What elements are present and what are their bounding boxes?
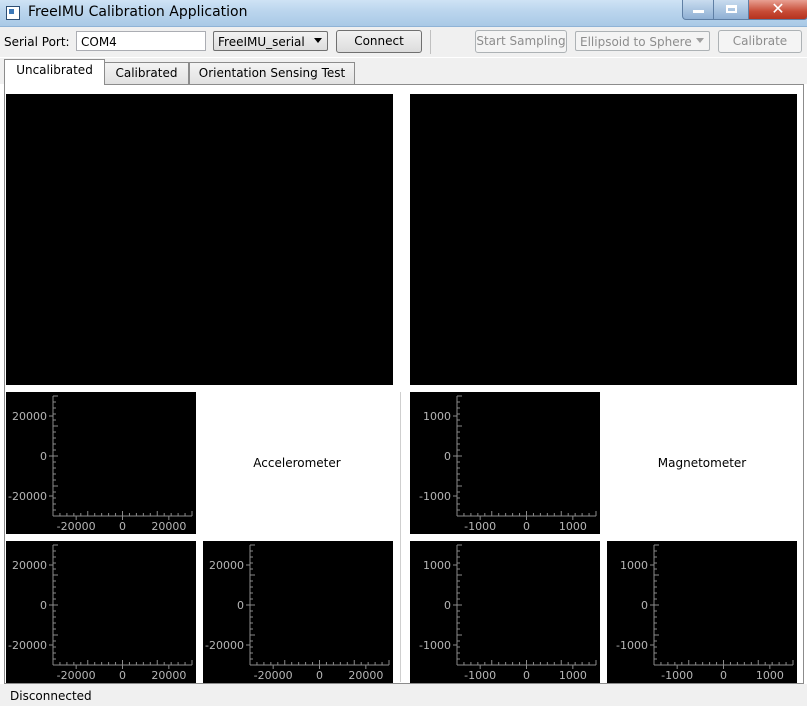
connect-button[interactable]: Connect [336,30,422,53]
y-tick-label: -20000 [8,490,47,503]
toolbar-separator [430,30,431,54]
chevron-down-icon [314,38,322,43]
y-tick-label: 1000 [423,559,451,572]
magnetometer-plot-yz[interactable]: 1000 0 -1000 -1000 0 1000 [607,541,797,683]
x-tick-label: 20000 [151,520,186,533]
y-tick-label: 0 [40,450,47,463]
accelerometer-plot-xz[interactable]: 20000 0 -20000 -20000 0 20000 [6,541,196,683]
x-tick-label: 20000 [151,669,186,682]
y-tick-label: -1000 [419,490,451,503]
start-sampling-button[interactable]: Start Sampling [475,30,567,53]
x-tick-label: -1000 [464,520,496,533]
x-tick-label: 1000 [756,669,784,682]
x-tick-label: 1000 [559,669,587,682]
serial-port-label: Serial Port: [4,35,70,49]
accelerometer-3d-view[interactable] [6,94,393,385]
x-tick-label: -1000 [661,669,693,682]
tab-calibrated[interactable]: Calibrated [104,62,189,84]
magnetometer-plot-xz[interactable]: 1000 0 -1000 -1000 0 1000 [410,541,600,683]
serial-port-input[interactable]: COM4 [76,31,206,51]
minimize-icon [692,10,704,13]
status-bar: Disconnected [0,684,807,706]
y-tick-label: 20000 [209,559,244,572]
magnetometer-plot-xy[interactable]: 1000 0 -1000 -1000 0 1000 [410,392,600,534]
y-tick-label: 0 [641,599,648,612]
app-icon [6,6,20,20]
window-title: FreeIMU Calibration Application [28,4,248,20]
x-tick-label: 0 [523,520,530,533]
x-tick-label: 0 [720,669,727,682]
minimize-button[interactable] [682,0,714,20]
y-tick-label: -20000 [8,639,47,652]
x-tick-label: -1000 [464,669,496,682]
tab-orientation-sensing-test[interactable]: Orientation Sensing Test [189,62,355,84]
accelerometer-plot-xy[interactable]: 20000 0 -20000 -20000 0 20000 [6,392,196,534]
y-tick-label: 20000 [12,559,47,572]
y-tick-label: 1000 [423,410,451,423]
tab-bar: Uncalibrated Calibrated Orientation Sens… [0,58,807,85]
toolbar: Serial Port: COM4 FreeIMU_serial Connect… [0,27,807,57]
y-tick-label: 0 [444,450,451,463]
y-tick-label: 0 [40,599,47,612]
title-bar: FreeIMU Calibration Application ✕ [0,0,807,27]
x-tick-label: 0 [523,669,530,682]
maximize-icon [725,5,737,13]
close-icon: ✕ [771,0,785,18]
connection-status: Disconnected [10,689,92,703]
x-tick-label: 0 [119,520,126,533]
protocol-select-value: FreeIMU_serial [218,35,305,49]
x-tick-label: 1000 [559,520,587,533]
protocol-select[interactable]: FreeIMU_serial [213,31,328,51]
x-tick-label: -20000 [57,669,96,682]
y-tick-label: -20000 [205,639,244,652]
fit-mode-select-value: Ellipsoid to Sphere [580,35,692,49]
magnetometer-label: Magnetometer [657,456,747,470]
chevron-down-icon [696,38,704,43]
plot-axes: 1000 0 -1000 -1000 0 1000 [419,544,597,682]
x-tick-label: -20000 [57,520,96,533]
plot-axes: 20000 0 -20000 -20000 0 20000 [8,395,193,533]
x-tick-label: -20000 [254,669,293,682]
x-tick-label: 0 [119,669,126,682]
accelerometer-label: Accelerometer [253,456,341,470]
plot-axes: 20000 0 -20000 -20000 0 20000 [205,544,390,682]
plot-axes: 1000 0 -1000 -1000 0 1000 [419,395,597,533]
y-tick-label: 0 [237,599,244,612]
calibrate-button[interactable]: Calibrate [718,30,802,53]
tab-uncalibrated[interactable]: Uncalibrated [4,59,105,85]
y-tick-label: -1000 [419,639,451,652]
y-tick-label: -1000 [616,639,648,652]
y-tick-label: 0 [444,599,451,612]
x-tick-label: 20000 [348,669,383,682]
group-separator [400,392,401,682]
accelerometer-plot-yz[interactable]: 20000 0 -20000 -20000 0 20000 [203,541,393,683]
y-tick-label: 1000 [620,559,648,572]
x-tick-label: 0 [316,669,323,682]
plot-axes: 1000 0 -1000 -1000 0 1000 [616,544,794,682]
magnetometer-3d-view[interactable] [410,94,797,385]
maximize-button[interactable] [713,0,749,20]
close-button[interactable]: ✕ [748,0,807,20]
fit-mode-select[interactable]: Ellipsoid to Sphere [575,31,710,51]
y-tick-label: 20000 [12,410,47,423]
plot-axes: 20000 0 -20000 -20000 0 20000 [8,544,193,682]
